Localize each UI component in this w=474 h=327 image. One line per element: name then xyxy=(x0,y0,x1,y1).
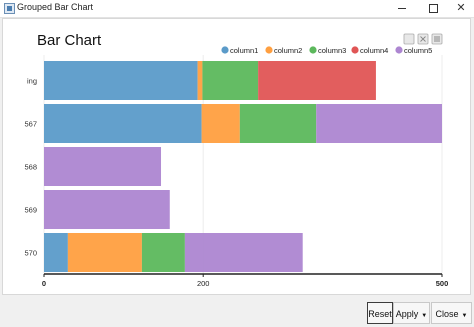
bar-column2-567[interactable] xyxy=(201,104,240,143)
bar-column1-570[interactable] xyxy=(44,233,68,272)
chart-title: Bar Chart xyxy=(37,32,102,49)
bar-column5-568[interactable] xyxy=(44,147,162,186)
category-label: 568 xyxy=(24,163,37,172)
chevron-down-icon: ▼ xyxy=(461,313,468,319)
legend-label-column1: column1 xyxy=(230,46,258,55)
chart-panel: Bar Chart column1 column2 column3 column4 co… xyxy=(2,18,471,295)
legend-swatch-column2[interactable] xyxy=(265,46,273,54)
bar-chart: Bar Chart column1 column2 column3 column4 co… xyxy=(24,32,449,288)
x-tick-label: 500 xyxy=(436,279,449,288)
legend-label-column3: column3 xyxy=(318,46,346,55)
bar-column5-569[interactable] xyxy=(44,190,170,229)
chevron-down-icon: ▼ xyxy=(421,313,428,319)
bar-column3-ing[interactable] xyxy=(202,61,259,100)
save-icon[interactable] xyxy=(403,33,415,45)
apply-button[interactable]: Apply ▼ xyxy=(393,302,430,324)
bars xyxy=(44,61,442,272)
maximize-icon xyxy=(428,3,438,13)
bar-column1-567[interactable] xyxy=(44,104,202,143)
legend-label-column5: column5 xyxy=(404,46,432,55)
category-label: 567 xyxy=(24,120,37,129)
x-tick-label: 200 xyxy=(197,279,210,288)
legend-swatch-column3[interactable] xyxy=(309,46,317,54)
bar-column3-567[interactable] xyxy=(239,104,317,143)
window-title: Grouped Bar Chart xyxy=(17,2,94,12)
close-icon: ✕ xyxy=(456,2,466,14)
legend-swatch-column5[interactable] xyxy=(395,46,403,54)
bar-column5-570[interactable] xyxy=(184,233,303,272)
legend-swatch-column4[interactable] xyxy=(351,46,359,54)
close-label: Close xyxy=(435,309,459,319)
legend-swatch-column1[interactable] xyxy=(221,46,229,54)
button-bar: Reset Apply ▼ Close ▼ xyxy=(0,295,474,325)
x-tick-label: 0 xyxy=(42,279,46,288)
reset-button[interactable]: Reset xyxy=(367,302,393,324)
close-button[interactable]: Close ▼ xyxy=(431,302,472,324)
close-window-button[interactable]: ✕ xyxy=(446,0,474,17)
minimize-icon xyxy=(398,7,406,9)
bar-column5-567[interactable] xyxy=(316,104,442,143)
bar-column1-ing[interactable] xyxy=(44,61,198,100)
minimize-button[interactable] xyxy=(387,0,417,17)
maximize-button[interactable] xyxy=(418,0,448,17)
category-label: 569 xyxy=(24,206,37,215)
bar-column4-ing[interactable] xyxy=(258,61,376,100)
category-labels: ing 567 568 569 570 xyxy=(24,77,37,258)
app-icon xyxy=(4,3,15,14)
title-bar: Grouped Bar Chart ✕ xyxy=(0,0,474,18)
legend-label-column2: column2 xyxy=(274,46,302,55)
bar-column2-570[interactable] xyxy=(67,233,142,272)
bar-column2-ing[interactable] xyxy=(197,61,203,100)
toolbar xyxy=(403,33,443,45)
category-label: 570 xyxy=(24,249,37,258)
x-axis: 0 200 500 xyxy=(42,273,449,288)
bar-column3-570[interactable] xyxy=(141,233,185,272)
legend: column1 column2 column3 column4 column5 xyxy=(221,46,432,55)
legend-label-column4: column4 xyxy=(360,46,388,55)
apply-label: Apply xyxy=(395,309,419,319)
category-label: ing xyxy=(27,77,37,86)
